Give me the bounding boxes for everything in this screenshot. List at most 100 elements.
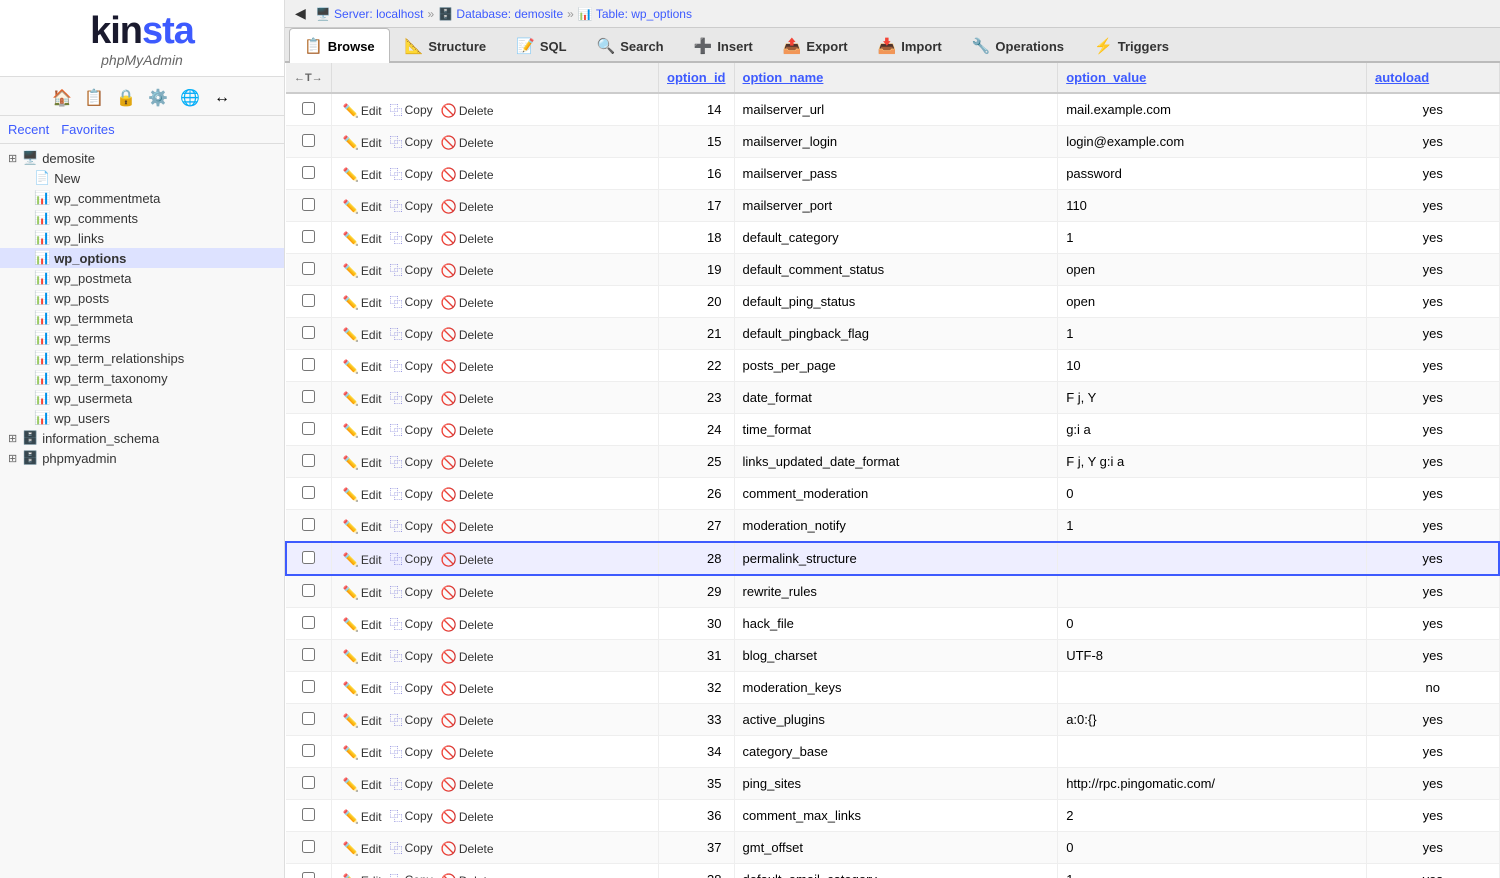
delete-btn-32[interactable]: 🚫Delete <box>438 680 497 698</box>
edit-btn-38[interactable]: ✏️Edit <box>340 872 385 878</box>
copy-btn-29[interactable]: ⿻Copy <box>387 581 436 602</box>
tab-triggers[interactable]: ⚡Triggers <box>1079 28 1184 63</box>
checkbox-23[interactable] <box>302 390 315 403</box>
globe-icon[interactable]: 🌐 <box>177 85 203 111</box>
delete-btn-30[interactable]: 🚫Delete <box>438 616 497 634</box>
copy-btn-35[interactable]: ⿻Copy <box>387 773 436 794</box>
checkbox-18[interactable] <box>302 230 315 243</box>
sidebar-item-wp_terms[interactable]: 📊wp_terms <box>0 328 284 348</box>
recent-btn[interactable]: Recent <box>8 122 49 137</box>
tab-structure[interactable]: 📐Structure <box>390 28 501 63</box>
tab-import[interactable]: 📥Import <box>863 28 957 63</box>
delete-btn-14[interactable]: 🚫Delete <box>438 102 497 120</box>
breadcrumb-server[interactable]: 🖥️ Server: localhost <box>316 7 424 21</box>
sidebar-item-information_schema[interactable]: ⊞🗄️information_schema <box>0 428 284 448</box>
checkbox-14[interactable] <box>302 102 315 115</box>
edit-btn-16[interactable]: ✏️Edit <box>340 166 385 184</box>
lock-icon[interactable]: 🔒 <box>113 85 139 111</box>
collapse-icon[interactable]: ↔ <box>209 85 235 111</box>
tab-insert[interactable]: ➕Insert <box>679 28 768 63</box>
checkbox-24[interactable] <box>302 422 315 435</box>
delete-btn-22[interactable]: 🚫Delete <box>438 358 497 376</box>
sidebar-item-wp_postmeta[interactable]: 📊wp_postmeta <box>0 268 284 288</box>
delete-btn-17[interactable]: 🚫Delete <box>438 198 497 216</box>
checkbox-27[interactable] <box>302 518 315 531</box>
copy-btn-19[interactable]: ⿻Copy <box>387 259 436 280</box>
edit-btn-20[interactable]: ✏️Edit <box>340 294 385 312</box>
copy-btn-36[interactable]: ⿻Copy <box>387 805 436 826</box>
edit-btn-23[interactable]: ✏️Edit <box>340 390 385 408</box>
copy-btn-38[interactable]: ⿻Copy <box>387 869 436 878</box>
delete-btn-15[interactable]: 🚫Delete <box>438 134 497 152</box>
option-value-col-header[interactable]: option_value <box>1058 63 1367 93</box>
copy-btn-34[interactable]: ⿻Copy <box>387 741 436 762</box>
edit-btn-30[interactable]: ✏️Edit <box>340 616 385 634</box>
delete-btn-31[interactable]: 🚫Delete <box>438 648 497 666</box>
copy-btn-26[interactable]: ⿻Copy <box>387 483 436 504</box>
delete-btn-29[interactable]: 🚫Delete <box>438 584 497 602</box>
copy-btn-32[interactable]: ⿻Copy <box>387 677 436 698</box>
tab-browse[interactable]: 📋Browse <box>289 28 390 63</box>
checkbox-35[interactable] <box>302 776 315 789</box>
copy-btn-27[interactable]: ⿻Copy <box>387 515 436 536</box>
edit-btn-22[interactable]: ✏️Edit <box>340 358 385 376</box>
delete-btn-35[interactable]: 🚫Delete <box>438 776 497 794</box>
edit-btn-25[interactable]: ✏️Edit <box>340 454 385 472</box>
copy-btn-33[interactable]: ⿻Copy <box>387 709 436 730</box>
checkbox-29[interactable] <box>302 584 315 597</box>
delete-btn-19[interactable]: 🚫Delete <box>438 262 497 280</box>
sidebar-item-wp_options[interactable]: 📊wp_options <box>0 248 284 268</box>
copy-btn-31[interactable]: ⿻Copy <box>387 645 436 666</box>
copy-btn-22[interactable]: ⿻Copy <box>387 355 436 376</box>
copy-btn-14[interactable]: ⿻Copy <box>387 99 436 120</box>
copy-btn-30[interactable]: ⿻Copy <box>387 613 436 634</box>
edit-btn-29[interactable]: ✏️Edit <box>340 584 385 602</box>
delete-btn-25[interactable]: 🚫Delete <box>438 454 497 472</box>
delete-btn-34[interactable]: 🚫Delete <box>438 744 497 762</box>
copy-btn-16[interactable]: ⿻Copy <box>387 163 436 184</box>
copy-btn-23[interactable]: ⿻Copy <box>387 387 436 408</box>
edit-btn-19[interactable]: ✏️Edit <box>340 262 385 280</box>
copy-btn-37[interactable]: ⿻Copy <box>387 837 436 858</box>
back-button[interactable]: ◀ <box>295 5 306 22</box>
checkbox-38[interactable] <box>302 872 315 878</box>
edit-btn-32[interactable]: ✏️Edit <box>340 680 385 698</box>
checkbox-30[interactable] <box>302 616 315 629</box>
checkbox-19[interactable] <box>302 262 315 275</box>
sidebar-item-wp_usermeta[interactable]: 📊wp_usermeta <box>0 388 284 408</box>
settings-icon[interactable]: ⚙️ <box>145 85 171 111</box>
checkbox-32[interactable] <box>302 680 315 693</box>
checkbox-17[interactable] <box>302 198 315 211</box>
breadcrumb-db[interactable]: 🗄️ Database: demosite <box>438 7 563 21</box>
tab-export[interactable]: 📤Export <box>768 28 863 63</box>
copy-btn-20[interactable]: ⿻Copy <box>387 291 436 312</box>
delete-btn-18[interactable]: 🚫Delete <box>438 230 497 248</box>
edit-btn-31[interactable]: ✏️Edit <box>340 648 385 666</box>
edit-btn-18[interactable]: ✏️Edit <box>340 230 385 248</box>
edit-btn-14[interactable]: ✏️Edit <box>340 102 385 120</box>
edit-btn-17[interactable]: ✏️Edit <box>340 198 385 216</box>
sidebar-item-wp_term_taxonomy[interactable]: 📊wp_term_taxonomy <box>0 368 284 388</box>
edit-btn-33[interactable]: ✏️Edit <box>340 712 385 730</box>
list-icon[interactable]: 📋 <box>81 85 107 111</box>
copy-btn-18[interactable]: ⿻Copy <box>387 227 436 248</box>
copy-btn-17[interactable]: ⿻Copy <box>387 195 436 216</box>
delete-btn-26[interactable]: 🚫Delete <box>438 486 497 504</box>
sidebar-item-wp_term_relationships[interactable]: 📊wp_term_relationships <box>0 348 284 368</box>
sidebar-item-wp_commentmeta[interactable]: 📊wp_commentmeta <box>0 188 284 208</box>
copy-btn-21[interactable]: ⿻Copy <box>387 323 436 344</box>
checkbox-31[interactable] <box>302 648 315 661</box>
sidebar-item-demosite[interactable]: ⊞🖥️demosite <box>0 148 284 168</box>
edit-btn-28[interactable]: ✏️Edit <box>340 551 385 569</box>
edit-btn-36[interactable]: ✏️Edit <box>340 808 385 826</box>
sidebar-item-wp_comments[interactable]: 📊wp_comments <box>0 208 284 228</box>
sidebar-item-phpmyadmin[interactable]: ⊞🗄️phpmyadmin <box>0 448 284 468</box>
breadcrumb-table[interactable]: 📊 Table: wp_options <box>578 7 692 21</box>
delete-btn-16[interactable]: 🚫Delete <box>438 166 497 184</box>
option-name-col-header[interactable]: option_name <box>734 63 1058 93</box>
checkbox-20[interactable] <box>302 294 315 307</box>
copy-btn-24[interactable]: ⿻Copy <box>387 419 436 440</box>
edit-btn-24[interactable]: ✏️Edit <box>340 422 385 440</box>
checkbox-22[interactable] <box>302 358 315 371</box>
delete-btn-21[interactable]: 🚫Delete <box>438 326 497 344</box>
